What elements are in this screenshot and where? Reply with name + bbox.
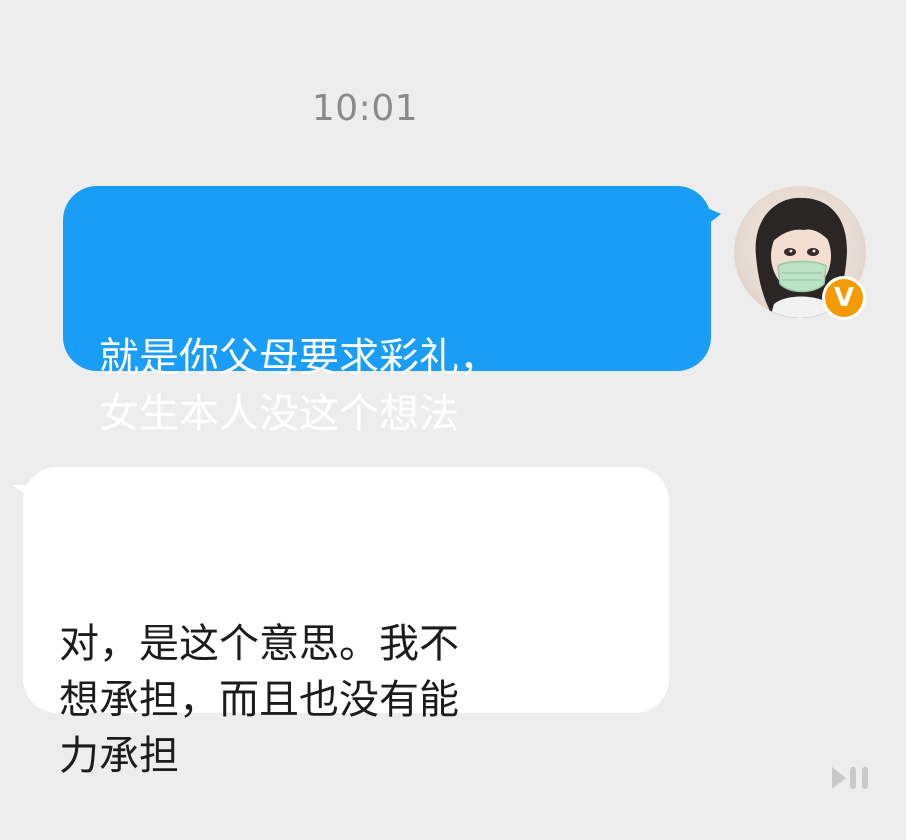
verified-badge-label: V (825, 279, 863, 317)
message-timestamp: 10:01 (311, 88, 419, 129)
play-pause-icon (832, 767, 874, 793)
bubble-tail (13, 485, 31, 499)
incoming-message-text: 对，是这个意思。我不 想承担，而且也没有能 力承担 (59, 621, 459, 779)
verified-badge-icon: V (822, 276, 866, 320)
outgoing-message-text: 就是你父母要求彩礼， 女生本人没这个想法 (99, 335, 499, 437)
bubble-tail (703, 206, 721, 228)
incoming-message-bubble[interactable]: 对，是这个意思。我不 想承担，而且也没有能 力承担 (13, 467, 669, 779)
outgoing-message-bubble[interactable]: 就是你父母要求彩礼， 女生本人没这个想法 (63, 186, 721, 437)
